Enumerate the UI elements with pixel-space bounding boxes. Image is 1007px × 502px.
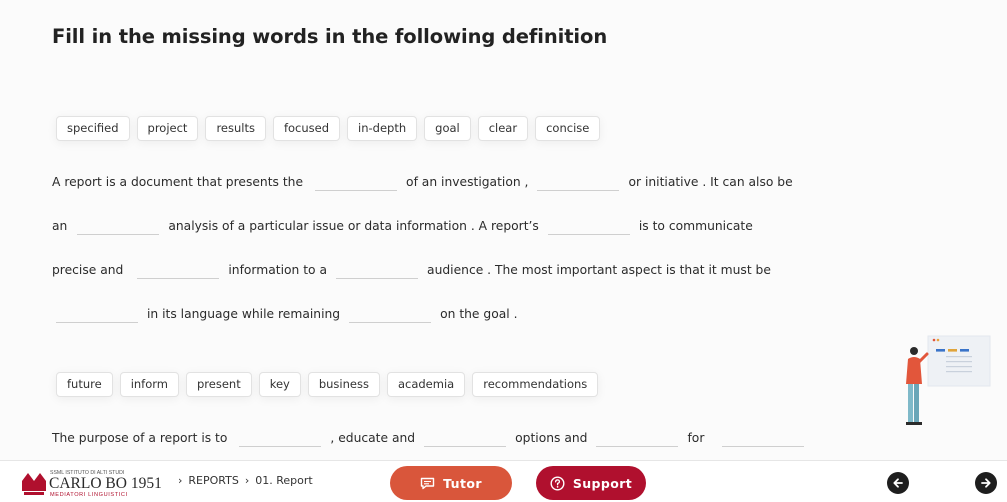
word-chip[interactable]: present [185, 372, 252, 397]
next-button[interactable] [975, 472, 997, 494]
bottom-bar: SSML ISTITUTO DI ALTI STUDI CARLO BO 195… [0, 460, 1007, 502]
sentence-line: in its language while remaining on the g… [52, 304, 518, 324]
tutor-button-label: Tutor [443, 475, 482, 491]
breadcrumb-separator: › [244, 474, 250, 487]
breadcrumb-separator: › [178, 474, 183, 487]
word-chip[interactable]: future [56, 372, 113, 397]
blank-field[interactable] [722, 429, 805, 447]
arrow-left-icon [893, 478, 903, 488]
word-chip[interactable]: clear [477, 116, 529, 141]
sentence-text: or initiative . It can also be [628, 175, 793, 189]
word-chip[interactable]: academia [386, 372, 466, 397]
logo-main-text: CARLO BO 1951 [49, 475, 162, 492]
sentence-text: of an investigation , [406, 175, 529, 189]
sentence-text: for [687, 431, 705, 445]
blank-field[interactable] [239, 429, 322, 447]
blank-field[interactable] [547, 217, 630, 235]
sentence-text: options and [515, 431, 588, 445]
logo-sub-text: MEDIATORI LINGUISTICI [50, 492, 128, 498]
breadcrumb-item-reports[interactable]: REPORTS [188, 474, 238, 487]
blank-field[interactable] [424, 429, 507, 447]
word-chip[interactable]: inform [119, 372, 179, 397]
sentence-text: The purpose of a report is to [52, 431, 228, 445]
word-bank-1: specified project results focused in-dep… [56, 116, 601, 141]
sentence-line: an analysis of a particular issue or dat… [52, 216, 753, 236]
support-button[interactable]: Support [536, 466, 646, 500]
blank-field[interactable] [336, 261, 419, 279]
tutor-button[interactable]: Tutor [390, 466, 512, 500]
sentence-text: precise and [52, 263, 124, 277]
sentence-text: on the goal . [440, 307, 518, 321]
blank-field[interactable] [349, 305, 432, 323]
presenter-illustration [906, 335, 991, 425]
blank-field[interactable] [56, 305, 138, 323]
sentence-text: analysis of a particular issue or data i… [168, 219, 539, 233]
exercise-panel: Fill in the missing words in the followi… [0, 0, 1007, 460]
sentence-text: , educate and [330, 431, 416, 445]
word-chip[interactable]: concise [535, 116, 601, 141]
school-logo[interactable]: SSML ISTITUTO DI ALTI STUDI CARLO BO 195… [20, 465, 170, 499]
word-chip[interactable]: recommendations [472, 372, 599, 397]
word-chip[interactable]: goal [424, 116, 471, 141]
sentence-text: is to communicate [638, 219, 753, 233]
word-chip[interactable]: key [258, 372, 301, 397]
arrow-right-icon [981, 478, 991, 488]
support-button-label: Support [572, 475, 633, 491]
blank-field[interactable] [315, 173, 398, 191]
sentence-line: A report is a document that presents the… [52, 172, 793, 192]
blank-field[interactable] [537, 173, 620, 191]
word-chip[interactable]: focused [272, 116, 341, 141]
blank-field[interactable] [596, 429, 679, 447]
blank-field[interactable] [77, 217, 160, 235]
page-title: Fill in the missing words in the followi… [52, 25, 608, 48]
page: Fill in the missing words in the followi… [0, 0, 1007, 502]
sentence-text: A report is a document that presents the [52, 175, 304, 189]
word-chip[interactable]: in-depth [347, 116, 418, 141]
sentence-text: an [52, 219, 68, 233]
breadcrumb-item-report[interactable]: 01. Report [255, 474, 312, 487]
sentence-text: audience . The most important aspect is … [427, 263, 771, 277]
chat-icon [420, 477, 435, 489]
word-chip[interactable]: business [307, 372, 380, 397]
question-circle-icon [550, 475, 565, 491]
word-chip[interactable]: results [205, 116, 266, 141]
breadcrumb: › REPORTS › 01. Report [178, 474, 313, 487]
previous-button[interactable] [887, 472, 909, 494]
sentence-line: The purpose of a report is to , educate … [52, 428, 813, 448]
word-chip[interactable]: project [136, 116, 199, 141]
word-bank-2: future inform present key business acade… [56, 372, 599, 397]
sentence-text: in its language while remaining [147, 307, 341, 321]
sentence-line: precise and information to a audience . … [52, 260, 771, 280]
sentence-text: information to a [228, 263, 328, 277]
blank-field[interactable] [137, 261, 220, 279]
word-chip[interactable]: specified [56, 116, 130, 141]
